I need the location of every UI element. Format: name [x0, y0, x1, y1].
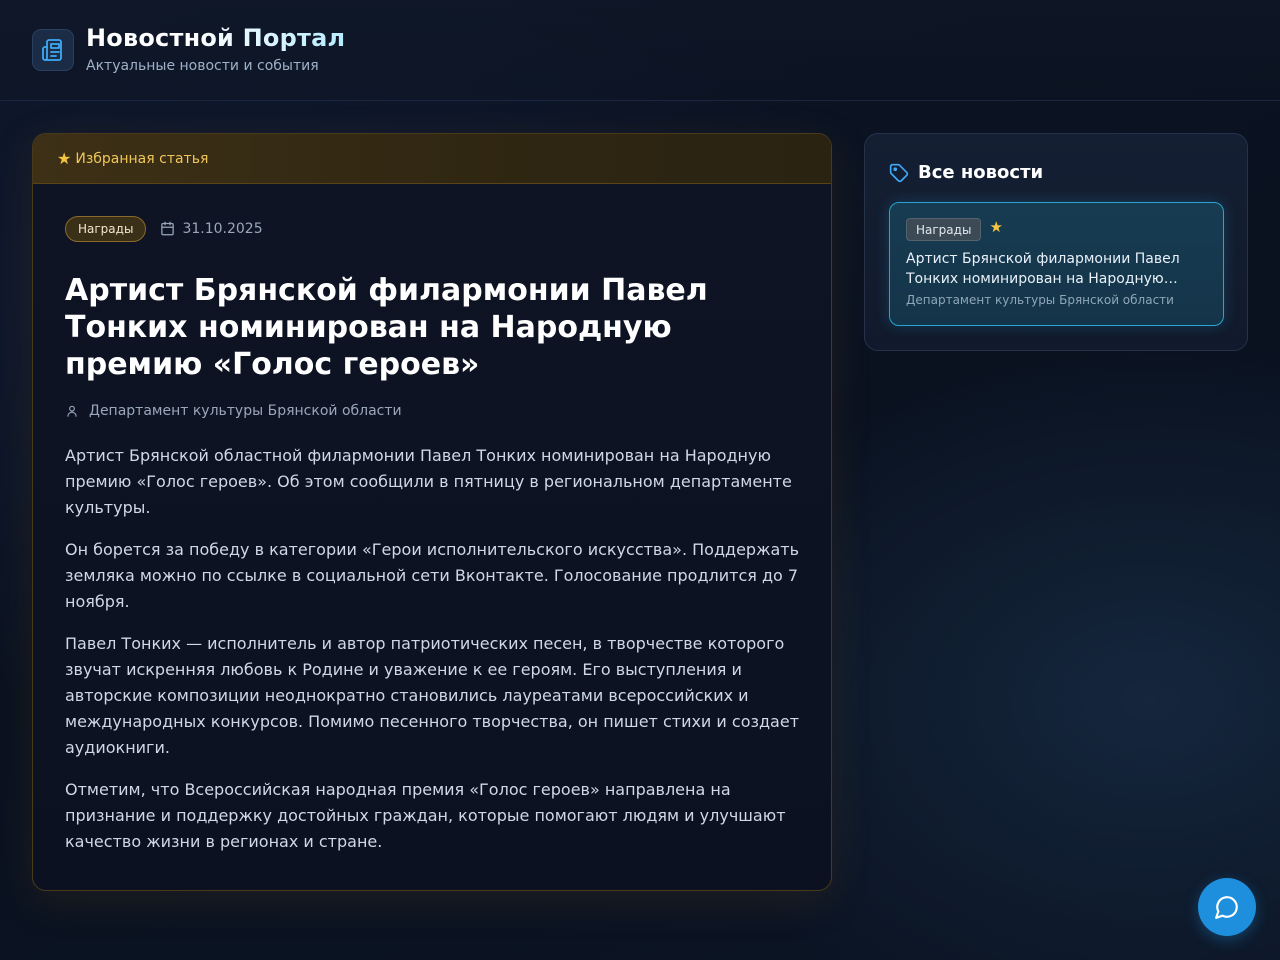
chat-bubble-icon — [1215, 896, 1238, 919]
site-title[interactable]: Новостной Портал — [86, 24, 345, 52]
article-paragraph: Павел Тонких — исполнитель и автор патри… — [65, 634, 800, 757]
article-paragraph: Артист Брянской областной филармонии Пав… — [65, 446, 792, 517]
news-list-item[interactable]: Награды ★ Артист Брянской филармонии Пав… — [889, 202, 1224, 326]
news-item-title: Артист Брянской филармонии Павел Тонких … — [906, 251, 1180, 287]
category-badge[interactable]: Награды — [65, 215, 147, 242]
article-author: Департамент культуры Брянской области — [65, 403, 799, 419]
news-sidebar: Все новости Награды ★ Артист Брянской фи… — [864, 133, 1248, 351]
featured-label: Избранная статья — [75, 150, 209, 167]
chat-button[interactable] — [1198, 878, 1256, 936]
site-subtitle: Актуальные новости и события — [86, 58, 319, 74]
featured-article: ★ Избранная статья Награды 31.10.2025 Ар… — [32, 133, 832, 891]
article-paragraph: Он борется за победу в категории «Герои … — [65, 540, 800, 611]
news-item-source: Департамент культуры Брянской области — [906, 293, 1174, 307]
sidebar-title: Все новости — [918, 162, 1044, 183]
user-icon — [67, 405, 77, 417]
article-title: Артист Брянской филармонии Павел Тонких … — [65, 273, 708, 382]
star-icon: ★ — [989, 218, 1003, 236]
article-text: Артист Брянской областной филармонии Пав… — [65, 443, 799, 855]
site-header: Новостной Портал Актуальные новости и со… — [0, 0, 1280, 101]
news-item-meta: Награды ★ — [906, 218, 1003, 241]
article-paragraph: Отметим, что Всероссийская народная прем… — [65, 780, 786, 851]
featured-banner: ★ Избранная статья — [33, 134, 831, 184]
calendar-icon — [161, 221, 175, 236]
article-body: Награды 31.10.2025 Артист Брянской филар… — [33, 184, 831, 855]
news-item-category: Награды — [906, 218, 982, 241]
article-meta: Награды 31.10.2025 — [65, 215, 799, 242]
date-text: 31.10.2025 — [182, 220, 263, 237]
star-icon: ★ — [57, 148, 72, 168]
tag-icon — [889, 163, 909, 182]
article-date: 31.10.2025 — [160, 220, 263, 237]
newspaper-icon[interactable] — [32, 29, 74, 71]
sidebar-header: Все новости — [889, 162, 1043, 183]
author-name: Департамент культуры Брянской области — [89, 403, 402, 419]
